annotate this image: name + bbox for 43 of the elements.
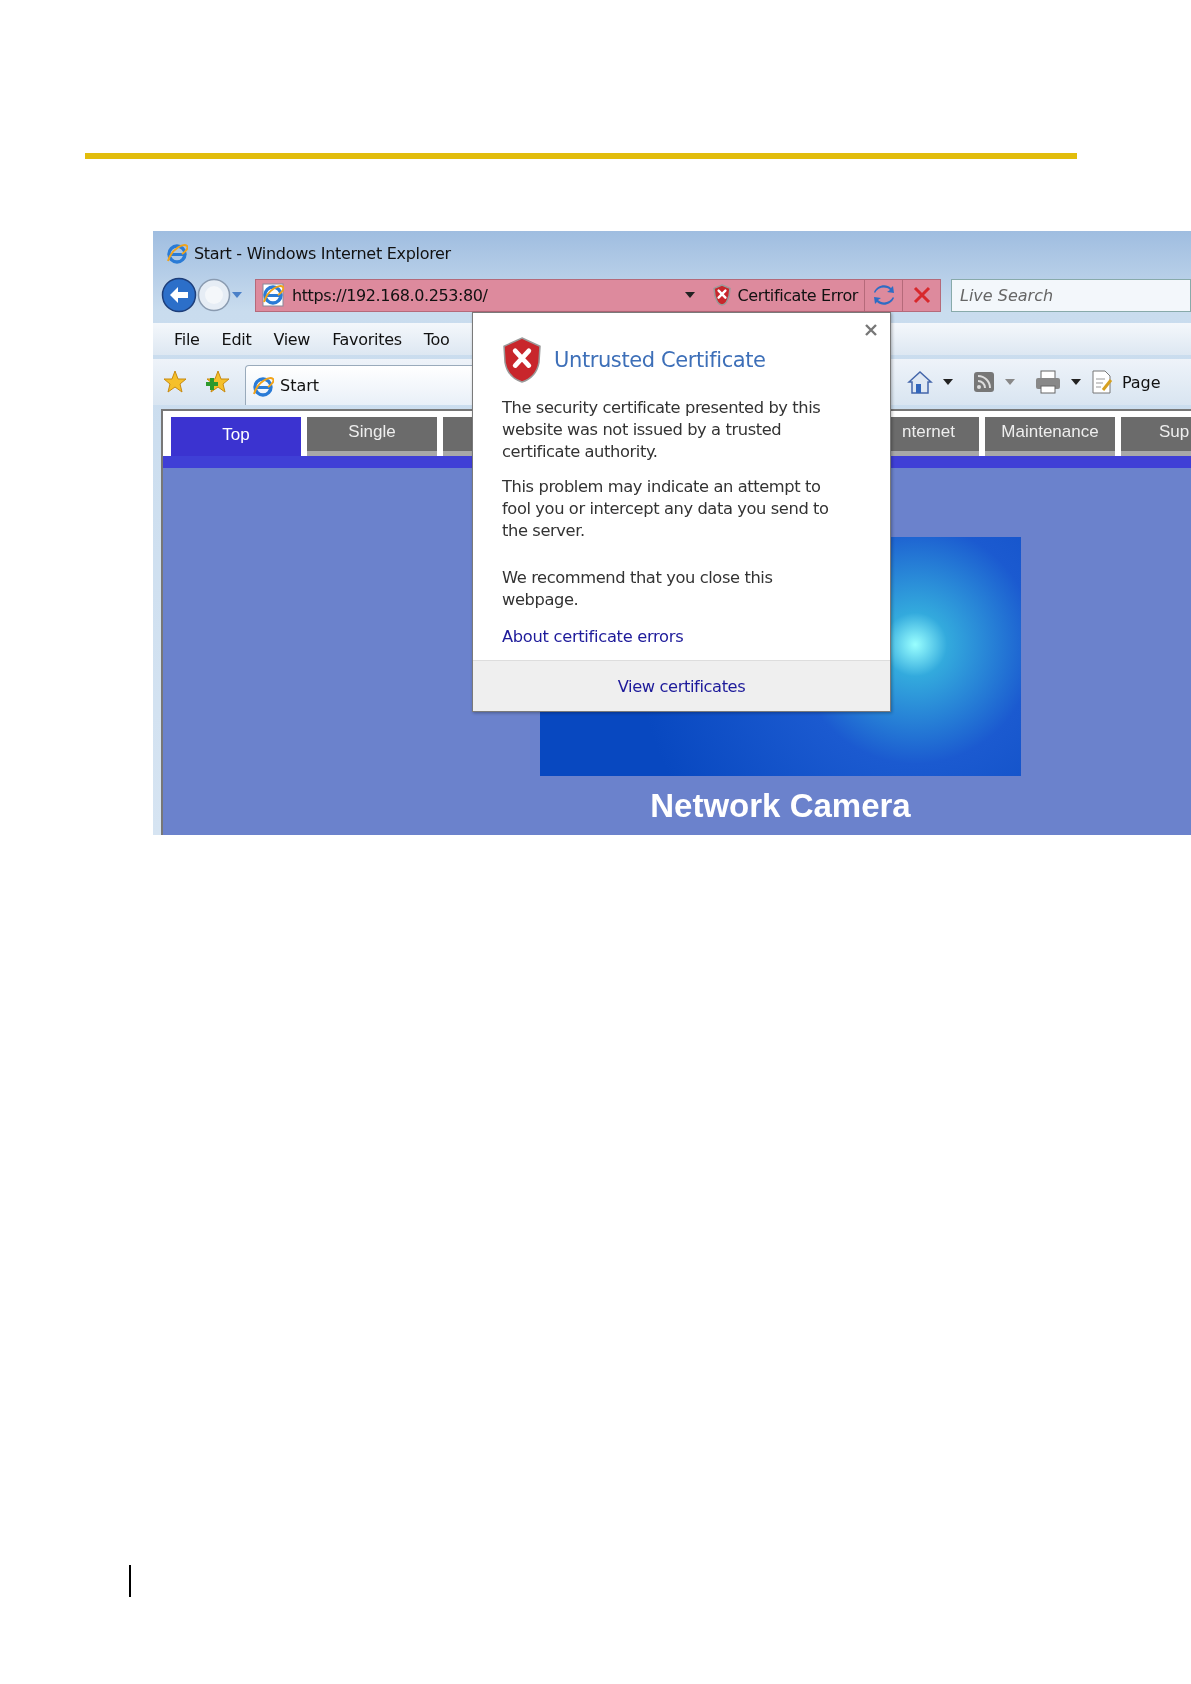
window-title: Start - Windows Internet Explorer [194, 243, 451, 263]
dialog-title: Untrusted Certificate [554, 348, 766, 372]
back-button[interactable] [161, 277, 197, 313]
page-tab[interactable]: Top [171, 417, 301, 456]
menu-item[interactable]: Favorites [321, 329, 413, 349]
tab-title: Start [280, 376, 320, 395]
printer-icon[interactable] [1034, 370, 1061, 394]
close-icon[interactable] [864, 323, 878, 337]
stop-button[interactable] [903, 278, 941, 312]
page-tab[interactable]: Single [307, 417, 437, 456]
menu-item[interactable]: Edit [210, 329, 263, 349]
dialog-paragraph: We recommend that you close this webpage. [502, 567, 774, 611]
browser-logo-icon [252, 374, 274, 397]
star-icon[interactable] [163, 370, 187, 394]
document-icon[interactable] [1090, 370, 1113, 394]
menu-item[interactable]: View [262, 329, 322, 349]
caret-icon[interactable] [683, 290, 696, 300]
certificate-error-button[interactable]: Certificate Error [705, 279, 864, 311]
help-link[interactable]: About certificate errors [502, 627, 684, 646]
star-plus-icon[interactable] [205, 370, 231, 394]
feed-icon[interactable] [972, 371, 995, 393]
banner-title: Network Camera [649, 787, 912, 825]
home-icon[interactable] [906, 369, 933, 395]
dialog-paragraph: This problem may indicate an attempt to fool you or intercept any data you send to the server. [502, 476, 830, 542]
url-text: https://192.168.0.253:80/ [292, 285, 489, 305]
caret-icon[interactable] [1069, 377, 1082, 387]
menu-item[interactable]: File [163, 329, 211, 349]
browser-logo-icon [166, 242, 188, 264]
refresh-icon [873, 297, 894, 305]
shield-error-icon [711, 284, 732, 306]
refresh-icon [873, 285, 894, 293]
search-field[interactable]: Live Search [951, 278, 1191, 312]
stop-icon [913, 286, 930, 304]
page-tab[interactable]: Sup [1121, 417, 1191, 456]
menu-item[interactable]: Too [412, 329, 461, 349]
page-menu[interactable]: Page [1121, 372, 1161, 392]
address-bar[interactable]: https://192.168.0.253:80/ Certificate Error [255, 278, 865, 312]
page-tab[interactable]: Maintenance [985, 417, 1115, 456]
view-certificates-button[interactable]: View certificates [613, 672, 750, 700]
browser-logo-icon [262, 283, 284, 307]
shield-error-icon [502, 337, 542, 383]
refresh-button[interactable] [865, 278, 903, 312]
caret-icon[interactable] [941, 377, 954, 387]
